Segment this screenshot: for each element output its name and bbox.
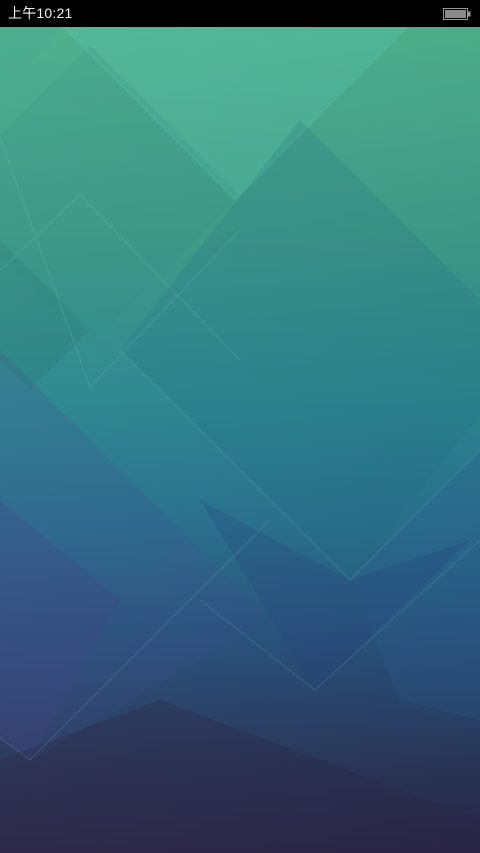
wallpaper-background	[0, 27, 480, 853]
home-screen: 上午10:21	[0, 0, 480, 853]
battery-icon	[443, 7, 471, 20]
status-time: 上午10:21	[8, 5, 73, 21]
status-bar: 上午10:21	[0, 0, 480, 27]
wallpaper-overlay	[0, 27, 480, 853]
